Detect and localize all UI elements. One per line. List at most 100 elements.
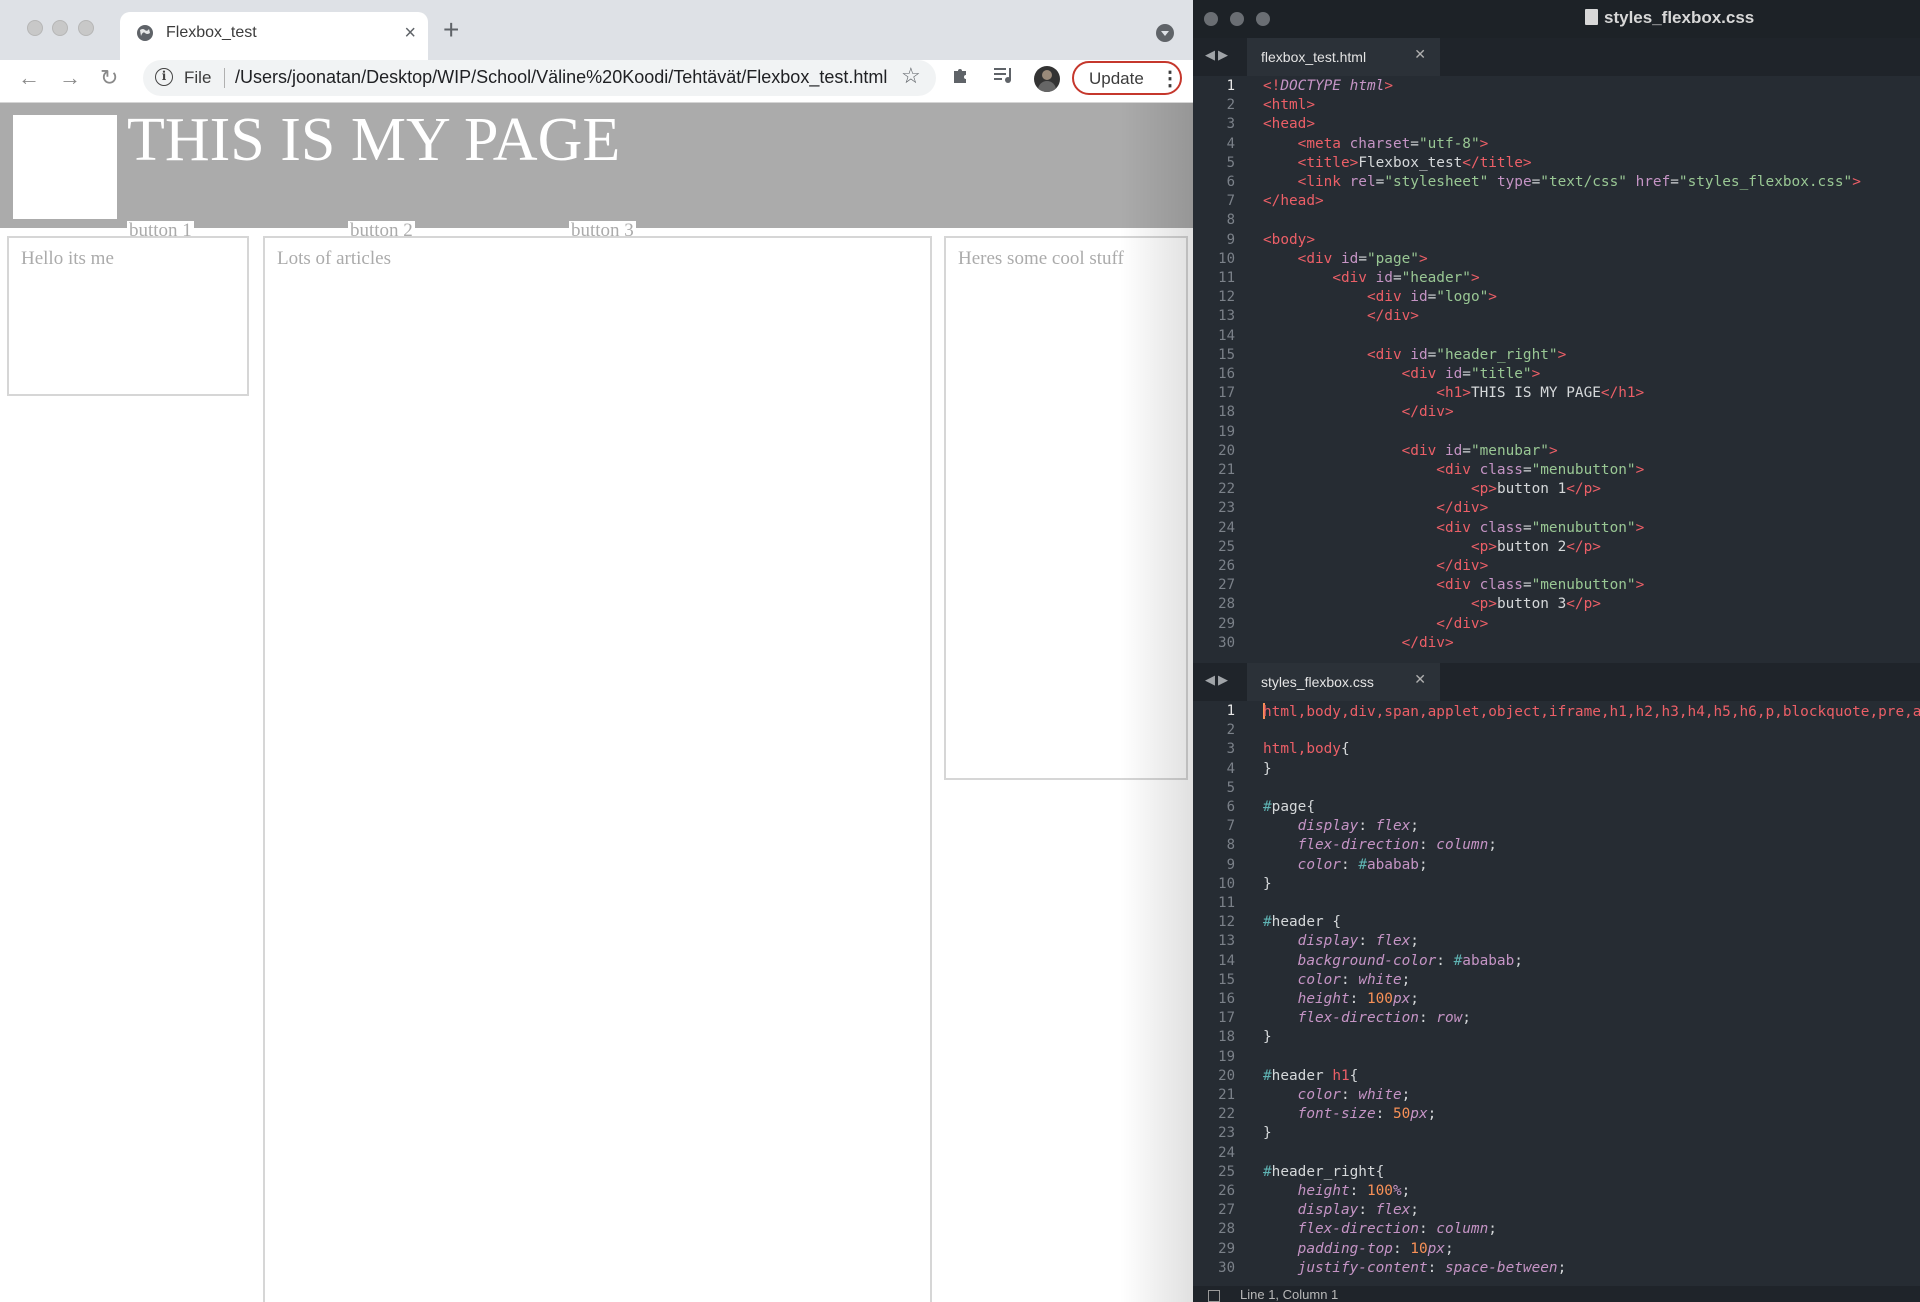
code-line[interactable]: <div id="page"> [1263, 251, 1428, 267]
profile-avatar[interactable] [1034, 66, 1060, 92]
line-number: 10 [1218, 875, 1235, 892]
media-control-icon[interactable] [993, 65, 1015, 91]
code-line[interactable]: display: flex; [1263, 933, 1419, 949]
editor-window: styles_flexbox.css ◀▶ flexbox_test.html … [1193, 0, 1920, 1302]
line-number: 7 [1226, 193, 1235, 210]
main-column-text: Lots of articles [277, 248, 391, 269]
pane-nav-arrows-icon[interactable]: ◀▶ [1205, 48, 1231, 63]
code-line[interactable]: <div id="title"> [1263, 366, 1541, 382]
tab-title: Flexbox_test [166, 24, 257, 41]
code-line[interactable]: <p>button 2</p> [1263, 539, 1601, 555]
new-tab-button[interactable]: + [443, 16, 459, 44]
code-line[interactable]: } [1263, 1029, 1272, 1045]
code-line[interactable]: <!DOCTYPE html> [1263, 78, 1393, 94]
code-line[interactable]: html,body{ [1263, 741, 1350, 757]
line-number: 12 [1218, 289, 1235, 306]
pane-nav-arrows-icon[interactable]: ◀▶ [1205, 673, 1231, 688]
code-line[interactable]: flex-direction: row; [1263, 1010, 1471, 1026]
code-line[interactable]: display: flex; [1263, 818, 1419, 834]
editor-minimize-button[interactable] [1230, 12, 1244, 26]
code-line[interactable]: <p>button 3</p> [1263, 596, 1601, 612]
forward-button[interactable]: → [59, 65, 81, 91]
code-line[interactable]: </div> [1263, 616, 1488, 632]
code-line[interactable]: <div id="header_right"> [1263, 347, 1566, 363]
tab-close-icon[interactable]: ✕ [1414, 672, 1426, 688]
tab-styles-flexbox-css[interactable]: styles_flexbox.css ✕ [1247, 663, 1440, 701]
code-line[interactable]: display: flex; [1263, 1202, 1419, 1218]
line-number: 14 [1218, 952, 1235, 969]
code-area[interactable]: html,body,div,span,applet,object,iframe,… [1263, 701, 1920, 1286]
bookmark-star-icon[interactable]: ☆ [901, 63, 921, 89]
code-line[interactable]: </div> [1263, 308, 1419, 324]
back-button[interactable]: ← [18, 65, 40, 91]
line-number: 18 [1218, 1029, 1235, 1046]
code-line[interactable]: <link rel="stylesheet" type="text/css" h… [1263, 174, 1861, 190]
code-line[interactable]: color: white; [1263, 972, 1411, 988]
code-line[interactable]: color: white; [1263, 1087, 1411, 1103]
editor-zoom-button[interactable] [1256, 12, 1270, 26]
code-line[interactable]: </div> [1263, 500, 1488, 516]
tab-search-button[interactable] [1156, 24, 1174, 42]
code-line[interactable]: color: #ababab; [1263, 857, 1428, 873]
main-column: Lots of articles [263, 236, 932, 1302]
code-line[interactable]: flex-direction: column; [1263, 1221, 1497, 1237]
code-line[interactable]: html,body,div,span,applet,object,iframe,… [1263, 703, 1920, 720]
site-info-icon[interactable]: i [155, 68, 173, 86]
tab-close-icon[interactable]: ✕ [1414, 47, 1426, 63]
code-line[interactable]: <div id="menubar"> [1263, 443, 1558, 459]
code-line[interactable]: </div> [1263, 558, 1488, 574]
code-line[interactable]: <div class="menubutton"> [1263, 520, 1644, 536]
code-line[interactable]: #page{ [1263, 799, 1315, 815]
code-line[interactable]: flex-direction: column; [1263, 837, 1497, 853]
reload-button[interactable]: ↻ [100, 65, 118, 91]
editor-close-button[interactable] [1204, 12, 1218, 26]
code-line[interactable]: <h1>THIS IS MY PAGE</h1> [1263, 385, 1644, 401]
code-line[interactable]: <title>Flexbox_test</title> [1263, 155, 1532, 171]
line-number: 22 [1218, 1106, 1235, 1123]
code-line[interactable]: #header { [1263, 914, 1341, 930]
code-line[interactable]: height: 100%; [1263, 1183, 1411, 1199]
code-area[interactable]: <!DOCTYPE html> <html> <head> <meta charse… [1263, 76, 1920, 660]
code-line[interactable]: <div class="menubutton"> [1263, 462, 1644, 478]
code-line[interactable]: font-size: 50px; [1263, 1106, 1437, 1122]
code-line[interactable]: <head> [1263, 116, 1315, 132]
code-line[interactable]: <div id="logo"> [1263, 289, 1497, 305]
tab-flexbox-test-html[interactable]: flexbox_test.html ✕ [1247, 38, 1440, 76]
code-line[interactable]: } [1263, 1125, 1272, 1141]
line-number: 30 [1218, 634, 1235, 651]
tab-close-button[interactable]: × [404, 22, 416, 45]
code-line[interactable]: <div class="menubutton"> [1263, 577, 1644, 593]
close-window-button[interactable] [27, 20, 43, 36]
code-line[interactable]: <div id="header"> [1263, 270, 1479, 286]
code-line[interactable]: background-color: #ababab; [1263, 953, 1523, 969]
line-number: 23 [1218, 1125, 1235, 1142]
browser-menu-icon[interactable]: ⋮ [1160, 66, 1180, 91]
line-number: 13 [1218, 933, 1235, 950]
extensions-puzzle-icon[interactable] [951, 65, 971, 91]
minimize-window-button[interactable] [52, 20, 68, 36]
browser-toolbar: ← → ↻ i File /Users/joonatan/Desktop/WIP… [0, 60, 1193, 103]
code-line[interactable]: #header_right{ [1263, 1164, 1384, 1180]
code-line[interactable]: <meta charset="utf-8"> [1263, 136, 1489, 152]
code-line[interactable]: <body> [1263, 232, 1315, 248]
code-line[interactable]: height: 100px; [1263, 991, 1419, 1007]
code-line[interactable]: padding-top: 10px; [1263, 1241, 1454, 1257]
line-number: 15 [1218, 971, 1235, 988]
code-line[interactable]: <html> [1263, 97, 1315, 113]
cursor-position: Line 1, Column 1 [1240, 1287, 1339, 1302]
panel-toggle-icon[interactable] [1208, 1290, 1220, 1302]
code-line[interactable]: } [1263, 761, 1272, 777]
browser-tab[interactable]: Flexbox_test × [120, 12, 428, 60]
url-text[interactable]: /Users/joonatan/Desktop/WIP/School/Välin… [235, 67, 895, 88]
code-line[interactable]: <p>button 1</p> [1263, 481, 1601, 497]
update-button[interactable]: Update ⋮ [1072, 61, 1182, 95]
zoom-window-button[interactable] [78, 20, 94, 36]
code-line[interactable]: </div> [1263, 635, 1454, 651]
address-bar[interactable]: i File /Users/joonatan/Desktop/WIP/Schoo… [143, 60, 936, 96]
code-line[interactable]: justify-content: space-between; [1263, 1260, 1567, 1276]
line-number: 3 [1226, 741, 1235, 758]
code-line[interactable]: </div> [1263, 404, 1454, 420]
code-line[interactable]: } [1263, 876, 1272, 892]
code-line[interactable]: #header h1{ [1263, 1068, 1358, 1084]
code-line[interactable]: </head> [1263, 193, 1324, 209]
